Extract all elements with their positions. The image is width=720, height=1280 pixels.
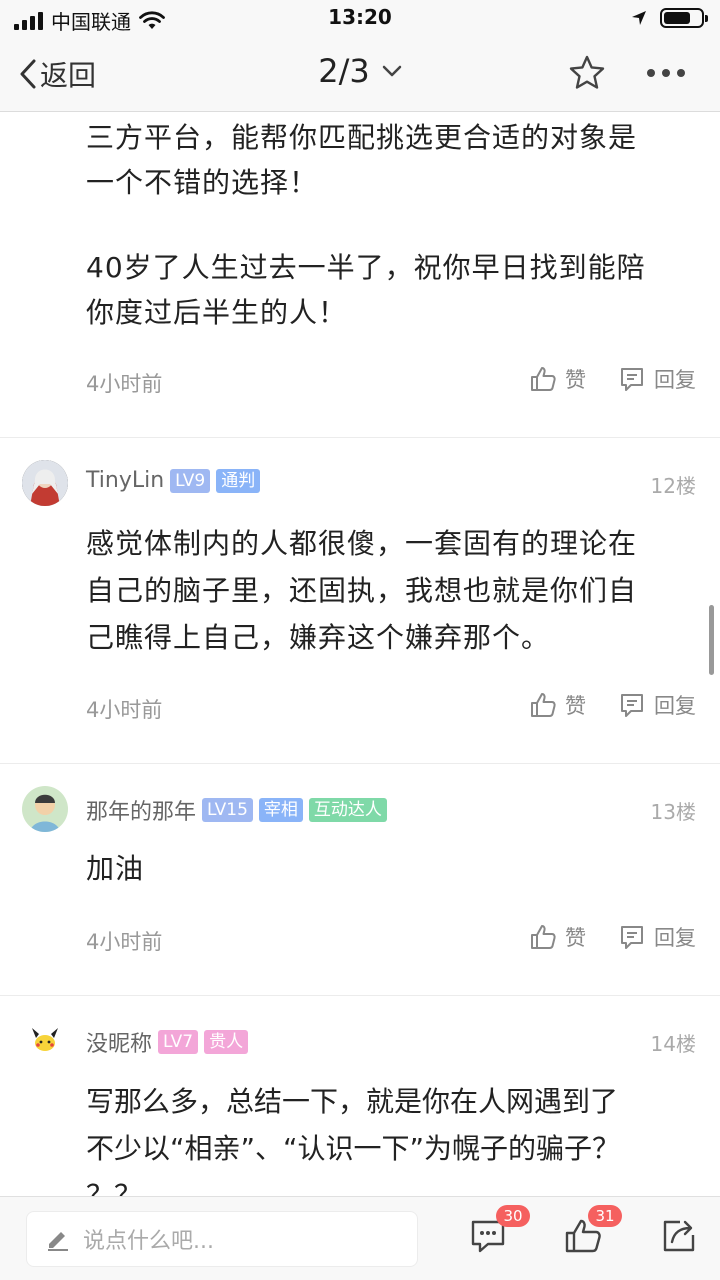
comment-item: 那年的那年 LV15 宰相 互动达人 13楼 加油 4小时前 赞 回复: [0, 764, 720, 996]
comment-count-badge: 30: [496, 1205, 530, 1227]
floor-number: 12楼: [650, 474, 696, 498]
title-badge: 宰相: [258, 798, 303, 822]
like-count-badge: 31: [588, 1205, 622, 1227]
comment-placeholder: 说点什么吧...: [83, 1229, 214, 1254]
username[interactable]: 没昵称: [86, 1026, 152, 1058]
reply-label: 回复: [654, 926, 696, 950]
more-icon[interactable]: [646, 68, 686, 78]
battery-icon: [660, 8, 708, 28]
comment-icon: [621, 926, 643, 949]
thumbs-up-icon: [531, 925, 556, 949]
like-label: 赞: [565, 694, 586, 718]
level-badge: LV9: [170, 468, 211, 493]
comment-line: 40岁了人生过去一半了，祝你早日找到能陪: [86, 251, 646, 284]
share-button[interactable]: [660, 1217, 698, 1259]
comment-line: 自己的脑子里，还固执，我想也就是你们自: [86, 574, 638, 607]
comment-text: 加油: [0, 846, 720, 891]
comment-line: 加油: [86, 852, 145, 885]
nav-bar: 返回 2/3: [0, 36, 720, 112]
comment-line: 一个不错的选择！: [86, 166, 319, 199]
thumbs-up-icon: [531, 367, 556, 391]
comment-line: 感觉体制内的人都很傻，一套固有的理论在: [86, 527, 638, 560]
comment-input[interactable]: 说点什么吧...: [26, 1211, 418, 1267]
comment-line: 写那么多，总结一下，就是你在人网遇到了: [86, 1085, 619, 1118]
scrollbar[interactable]: [709, 605, 714, 675]
comment-icon: [621, 694, 643, 717]
avatar[interactable]: [22, 1018, 68, 1064]
comment-icon: [621, 368, 643, 391]
reply-button[interactable]: 回复: [618, 364, 696, 394]
title-badge: 贵人: [204, 1030, 249, 1054]
reply-label: 回复: [654, 694, 696, 718]
comment-time: 4小时前: [86, 372, 163, 396]
username[interactable]: 那年的那年: [86, 794, 196, 826]
thumbs-up-icon: [531, 693, 556, 717]
like-label: 赞: [565, 926, 586, 950]
level-badge: LV7: [158, 1030, 199, 1054]
floor-number: 14楼: [650, 1032, 696, 1056]
comment-line: 三方平台，能帮你匹配挑选更合适的对象是: [86, 121, 638, 154]
comment-text: 写那么多，总结一下，就是你在人网遇到了 不少以“相亲”、“认识一下”为幌子的骗子…: [0, 1078, 720, 1196]
comment-list[interactable]: 三方平台，能帮你匹配挑选更合适的对象是 一个不错的选择！ 40岁了人生过去一半了…: [0, 113, 720, 1196]
clock: 13:20: [328, 5, 392, 29]
like-button[interactable]: 赞: [529, 922, 586, 952]
like-post-button[interactable]: 31: [564, 1205, 622, 1259]
like-button[interactable]: 赞: [529, 690, 586, 720]
title-badge: 通判: [216, 468, 261, 493]
avatar[interactable]: [22, 460, 68, 506]
comment-item: 没昵称 LV7 贵人 14楼 写那么多，总结一下，就是你在人网遇到了 不少以“相…: [0, 996, 720, 1196]
bottom-bar: 说点什么吧... 30 31: [0, 1196, 720, 1280]
achievement-badge: 互动达人: [308, 798, 387, 822]
comment-line: 己瞧得上自己，嫌弃这个嫌弃那个。: [86, 621, 551, 654]
comment-line: 你度过后半生的人！: [86, 296, 348, 329]
share-icon: [663, 1220, 695, 1252]
chevron-down-icon: [382, 65, 401, 77]
avatar[interactable]: [22, 786, 68, 832]
comment-time: 4小时前: [86, 698, 163, 722]
comment-line: 不少以“相亲”、“认识一下”为幌子的骗子？: [86, 1132, 621, 1165]
page-indicator: 2/3: [318, 52, 370, 90]
location-arrow-icon: [632, 11, 646, 25]
star-icon[interactable]: [568, 54, 606, 92]
like-label: 赞: [565, 368, 586, 392]
pencil-icon: [48, 1232, 68, 1251]
reply-button[interactable]: 回复: [618, 922, 696, 952]
comment-item: 三方平台，能帮你匹配挑选更合适的对象是 一个不错的选择！ 40岁了人生过去一半了…: [0, 113, 720, 438]
comment-text: 感觉体制内的人都很傻，一套固有的理论在 自己的脑子里，还固执，我想也就是你们自 …: [0, 520, 720, 661]
comment-line: ？？: [86, 1179, 143, 1196]
comment-text: 三方平台，能帮你匹配挑选更合适的对象是 一个不错的选择！ 40岁了人生过去一半了…: [0, 113, 720, 335]
username[interactable]: TinyLin: [86, 468, 164, 493]
reply-label: 回复: [654, 368, 696, 392]
comment-time: 4小时前: [86, 930, 163, 954]
page-selector[interactable]: 2/3: [318, 52, 402, 90]
floor-number: 13楼: [650, 800, 696, 824]
level-badge: LV15: [202, 798, 253, 822]
comment-item: TinyLin LV9 通判 12楼 感觉体制内的人都很傻，一套固有的理论在 自…: [0, 438, 720, 764]
comments-button[interactable]: 30: [470, 1205, 530, 1259]
like-button[interactable]: 赞: [529, 364, 586, 394]
status-bar: 中国联通 13:20: [0, 0, 720, 36]
reply-button[interactable]: 回复: [618, 690, 696, 720]
